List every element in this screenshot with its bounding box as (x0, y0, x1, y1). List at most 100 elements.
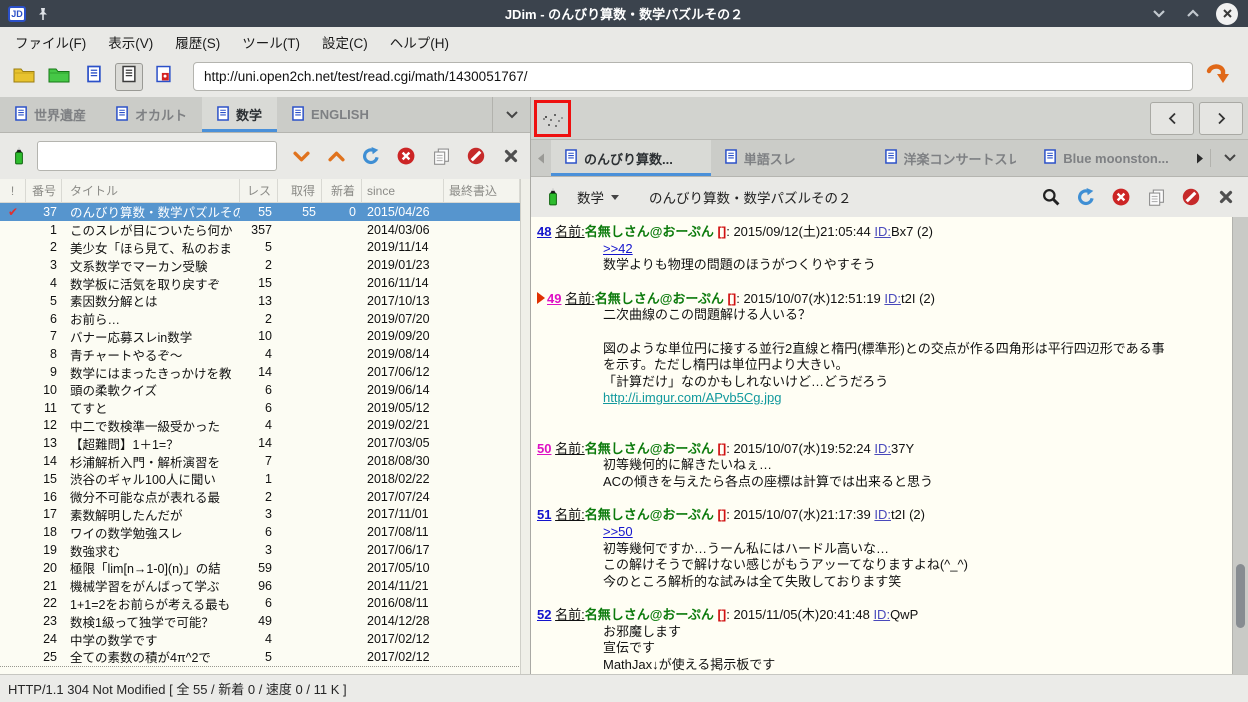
column-got[interactable]: 取得 (278, 179, 322, 202)
column-mark[interactable]: ! (0, 179, 26, 202)
thread-list-scrollbar[interactable] (520, 179, 530, 674)
thread-view-button[interactable] (115, 62, 143, 91)
thread-list-row[interactable]: 12 中二で数検準一級受かった 4 2019/02/21 (0, 417, 521, 435)
thread-list-row[interactable]: 24 中学の数学です 4 2017/02/12 (0, 630, 521, 648)
thread-list-row[interactable]: ✔ 37 のんびり算数・数学パズルその２ 55 55 0 2015/04/26 (0, 203, 521, 221)
column-new[interactable]: 新着 (322, 179, 362, 202)
search-icon[interactable] (1041, 187, 1061, 207)
url-input[interactable] (193, 62, 1193, 91)
anchor-link[interactable]: >>50 (603, 524, 1232, 541)
column-res[interactable]: レス (240, 179, 278, 202)
scrollbar-thumb[interactable] (1236, 564, 1245, 629)
favorites-folder-button[interactable] (45, 63, 73, 91)
post-number-link[interactable]: 48 (537, 224, 551, 239)
thread-list-row[interactable]: 15 渋谷のギャル100人に聞い 1 2018/02/22 (0, 470, 521, 488)
thread-list-row[interactable]: 18 ワイの数学勉強スレ 6 2017/08/11 (0, 523, 521, 541)
open-url-button[interactable] (1203, 63, 1231, 91)
image-thumbnail-selected[interactable] (534, 99, 571, 137)
block-icon[interactable] (466, 146, 486, 166)
post-name-label[interactable]: 名前: (565, 291, 595, 306)
column-title[interactable]: タイトル (62, 179, 240, 202)
thread-list-row[interactable]: 21 機械学習をがんばって学ぶ 96 2014/11/21 (0, 577, 521, 595)
thread-scrollbar[interactable] (1232, 217, 1248, 674)
thread-list-row[interactable]: 11 てすと 6 2019/05/12 (0, 399, 521, 417)
block-icon[interactable] (1181, 187, 1201, 207)
menu-item[interactable]: ヘルプ(H) (379, 28, 460, 56)
thread-tab[interactable]: 単語スレ (711, 140, 871, 176)
thread-tab-list-button[interactable] (1210, 149, 1248, 167)
thread-list-row[interactable]: 20 極限「lim[n→1-0](n)」の結 59 2017/05/10 (0, 559, 521, 577)
thread-list-row[interactable]: 14 杉浦解析入門・解析演習を 7 2018/08/30 (0, 452, 521, 470)
pencil-icon[interactable] (543, 187, 563, 207)
board-tab[interactable]: 世界遺産 (0, 97, 101, 132)
column-number[interactable]: 番号 (26, 179, 62, 202)
post-number-link[interactable]: 50 (537, 441, 551, 456)
image-prev-button[interactable] (1150, 101, 1194, 135)
thread-list-row[interactable]: 13 【超難問】1＋1=？ 14 2017/03/05 (0, 434, 521, 452)
thread-list-row[interactable]: 4 数学板に活気を取り戻すぞ 15 2016/11/14 (0, 274, 521, 292)
thread-list-row[interactable]: 9 数学にはまったきっかけを教 14 2017/06/12 (0, 363, 521, 381)
stop-icon[interactable] (396, 146, 416, 166)
menu-item[interactable]: 表示(V) (97, 28, 164, 56)
reload-icon[interactable] (1076, 187, 1096, 207)
board-select-dropdown[interactable]: 数学 (577, 187, 619, 207)
stop-icon[interactable] (1111, 187, 1131, 207)
thread-list-row[interactable]: 10 頭の柔軟クイズ 6 2019/06/14 (0, 381, 521, 399)
board-view-button[interactable] (80, 63, 108, 91)
thread-list-row[interactable]: 3 文系数学でマーカン受験 2 2019/01/23 (0, 256, 521, 274)
copy-icon[interactable] (1146, 187, 1166, 207)
thread-list-row[interactable]: 1 このスレが目についたら何か 357 2014/03/06 (0, 221, 521, 239)
post-id-label[interactable]: ID: (884, 291, 901, 306)
post-id-label[interactable]: ID: (874, 224, 891, 239)
minimize-button[interactable] (1148, 3, 1170, 25)
thread-list-row[interactable]: 2 美少女「ほら見て、私のおま 5 2019/11/14 (0, 239, 521, 257)
post-name-label[interactable]: 名前: (555, 607, 585, 622)
anchor-link[interactable]: >>42 (603, 241, 1232, 258)
board-tab[interactable]: ENGLISH (277, 97, 384, 132)
search-next-icon[interactable] (291, 146, 311, 166)
post-id-label[interactable]: ID: (873, 607, 890, 622)
thread-list-row[interactable]: 19 数強求む 3 2017/06/17 (0, 541, 521, 559)
thread-list-row[interactable]: 17 素数解明したんだが 3 2017/11/01 (0, 506, 521, 524)
board-tab[interactable]: 数学 (202, 97, 278, 132)
copy-icon[interactable] (431, 146, 451, 166)
post-number-link[interactable]: 49 (547, 291, 561, 306)
thread-tab[interactable]: Blue moonston... (1030, 140, 1190, 176)
tab-scroll-right-icon[interactable] (1190, 140, 1210, 176)
url-link[interactable]: http://i.imgur.com/APvb5Cg.jpg (603, 390, 1232, 407)
post-name-label[interactable]: 名前: (555, 224, 585, 239)
post-id-label[interactable]: ID: (874, 441, 891, 456)
menu-item[interactable]: 設定(C) (311, 28, 379, 56)
thread-list-row[interactable]: 6 お前ら… 2 2019/07/20 (0, 310, 521, 328)
tab-scroll-left-icon[interactable] (531, 140, 551, 176)
boards-folder-button[interactable] (10, 63, 38, 91)
image-view-button[interactable] (150, 63, 178, 91)
post-name-label[interactable]: 名前: (555, 441, 585, 456)
thread-list-row[interactable]: 5 素因数分解とは 13 2017/10/13 (0, 292, 521, 310)
maximize-button[interactable] (1182, 3, 1204, 25)
close-window-button[interactable] (1216, 2, 1238, 25)
board-filter-input[interactable] (36, 141, 277, 171)
thread-tab[interactable]: のんびり算数... (551, 140, 711, 176)
menu-item[interactable]: ツール(T) (231, 28, 311, 56)
thread-list-row[interactable]: 23 数検1級って独学で可能？ 49 2014/12/28 (0, 612, 521, 630)
thread-list-row[interactable]: 8 青チャートやるぞ〜 4 2019/08/14 (0, 345, 521, 363)
column-last-write[interactable]: 最終書込 (444, 179, 520, 202)
post-number-link[interactable]: 51 (537, 507, 551, 522)
menu-item[interactable]: ファイル(F) (4, 28, 97, 56)
menu-item[interactable]: 履歴(S) (164, 28, 231, 56)
thread-list-row[interactable]: 25 全ての素数の積が4π^2で 5 2017/02/12 (0, 648, 521, 666)
post-name-label[interactable]: 名前: (555, 507, 585, 522)
image-next-button[interactable] (1199, 101, 1243, 135)
close-panel-icon[interactable] (1216, 187, 1236, 207)
reload-icon[interactable] (361, 146, 381, 166)
board-tab-list-button[interactable] (492, 97, 530, 132)
column-since[interactable]: since (362, 179, 444, 202)
thread-tab[interactable]: 洋楽コンサートスレ (871, 140, 1031, 176)
thread-list-row[interactable]: 22 1+1=2をお前らが考える最も 6 2016/08/11 (0, 595, 521, 613)
post-number-link[interactable]: 52 (537, 607, 551, 622)
post-id-label[interactable]: ID: (874, 507, 891, 522)
thread-list-row[interactable]: 16 微分不可能な点が表れる最 2 2017/07/24 (0, 488, 521, 506)
search-prev-icon[interactable] (326, 146, 346, 166)
board-tab[interactable]: オカルト (101, 97, 202, 132)
